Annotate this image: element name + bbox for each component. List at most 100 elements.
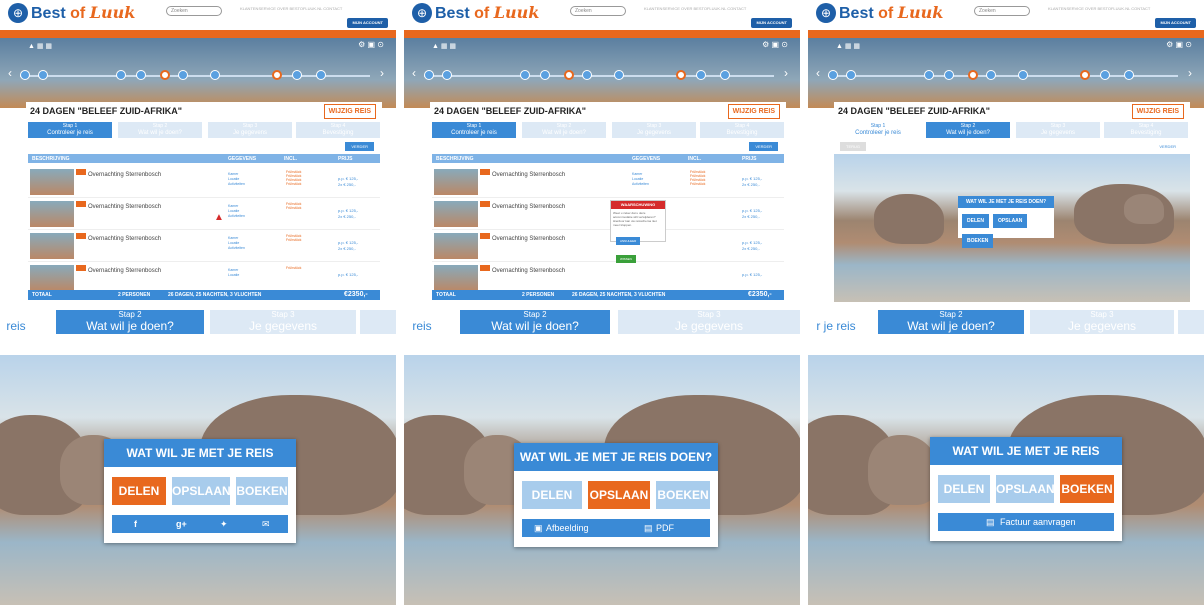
step-2-tab[interactable]: Stap 2 Wat wil je doen?	[460, 310, 610, 334]
step-1-tab[interactable]: Stap 1 Controleer je reis	[432, 122, 516, 138]
step-3-tab[interactable]: Stap 3 Je gegevens	[612, 122, 696, 138]
step-3-tab[interactable]: Stap 3 Je gegevens	[1016, 122, 1100, 138]
pdf-link[interactable]: PDF	[656, 519, 674, 537]
document-icon: ▤	[986, 517, 995, 527]
download-bar: ▣ Afbeelding ▤ PDF	[522, 519, 710, 537]
verder-button[interactable]: VERDER	[1153, 142, 1182, 151]
search-input[interactable]: Zoeken	[974, 6, 1030, 16]
chevron-left-icon[interactable]: ‹	[8, 66, 12, 80]
trip-panel: 24 DAGEN "BELEEF ZUID-AFRIKA" WIJZIG REI…	[430, 102, 786, 300]
search-input[interactable]: Zoeken	[570, 6, 626, 16]
delen-button[interactable]: DELEN	[962, 214, 989, 228]
delen-button[interactable]: DELEN	[938, 475, 990, 503]
step-4-tab[interactable]: Stap 4 Bevestiging	[296, 122, 380, 138]
step-3-tab[interactable]: Stap 3 Je gegevens	[1030, 310, 1174, 334]
opslaan-button[interactable]: OPSLAAN	[588, 481, 650, 509]
step-2-tab[interactable]: Stap 2 Wat wil je doen?	[56, 310, 204, 334]
step-3-tab[interactable]: Stap 3 Je gegevens	[210, 310, 356, 334]
logo[interactable]: Best of Luuk	[435, 3, 539, 23]
globe-icon: ⊕	[816, 3, 836, 23]
table-header: BESCHRIJVING GEGEVENS INCL. PRIJS	[28, 154, 380, 163]
opslaan-button[interactable]: OPSLAAN	[996, 475, 1055, 503]
main-nav: OVERZICHTRONDREIZENEXCURSIESACCOMMODATIE…	[808, 30, 1204, 44]
wijzig-reis-button[interactable]: WIJZIG REIS	[323, 104, 376, 119]
delen-button[interactable]: DELEN	[112, 477, 166, 505]
top-links[interactable]: KLANTENSERVICE OVER BESTOFLUUK.NL CONTAC…	[644, 6, 746, 11]
step-3-tab[interactable]: Stap 3 Je gegevens	[618, 310, 800, 334]
email-icon[interactable]: ✉	[262, 515, 270, 533]
settings-icon[interactable]: ⚙ ▣ ⊙	[358, 40, 384, 49]
twitter-icon[interactable]: ✦	[220, 515, 228, 533]
route-timeline[interactable]	[20, 68, 370, 82]
popup-boeken-state: WAT WIL JE MET JE REIS DOEN? DELEN OPSLA…	[808, 355, 1204, 605]
share-dialog-small: WAT WIL JE MET JE REIS DOEN? DELEN OPSLAA…	[958, 196, 1054, 248]
step-tabs: Stap 1 Controleer je reis Stap 2 Wat wil j…	[28, 122, 380, 138]
table-row[interactable]: Overnachting Sterrenbosch Kamer Locatie Act…	[28, 230, 380, 262]
chevron-right-icon[interactable]: ›	[784, 66, 788, 80]
account-button[interactable]: MIJN ACCOUNT	[347, 18, 388, 28]
step-2-tab[interactable]: Stap 2 Wat wil je doen?	[878, 310, 1024, 334]
chevron-right-icon[interactable]: ›	[1188, 66, 1192, 80]
google-plus-icon[interactable]: g+	[176, 515, 187, 533]
afbeelding-link[interactable]: Afbeelding	[546, 519, 589, 537]
account-button[interactable]: MIJN ACCOUNT	[751, 18, 792, 28]
share-dialog: WAT WIL JE MET JE REIS DOEN? DELEN OPSLA…	[514, 443, 718, 547]
pdf-icon[interactable]: ▤	[644, 519, 653, 537]
table-row[interactable]: Overnachting Sterrenbosch Kamer Locatie Act…	[432, 166, 784, 198]
step-2-tab[interactable]: Stap 2 Wat wil je doen?	[118, 122, 202, 138]
main-nav: OVERZICHTRONDREIZENEXCURSIESACCOMMODATIE…	[0, 30, 396, 44]
settings-icon[interactable]: ⚙ ▣ ⊙	[762, 40, 788, 49]
toolbar-icons[interactable]: ▲ ▦ ▦	[836, 42, 860, 50]
total-bar: TOTAAL 2 PERSONEN 26 DAGEN, 25 NACHTEN, 3 …	[28, 290, 380, 300]
share-dialog: WAT WIL JE MET JE REIS DOEN? DELEN OPSLA…	[104, 439, 296, 543]
table-row[interactable]: Overnachting Sterrenbosch p.p. € 125,- 2x …	[432, 230, 784, 262]
toolbar-icons[interactable]: ▲ ▦ ▦	[28, 42, 52, 50]
table-row[interactable]: Overnachting Sterrenbosch Kamer Locatie Act…	[28, 166, 380, 198]
facebook-icon[interactable]: f	[134, 515, 137, 533]
image-icon[interactable]: ▣	[534, 519, 543, 537]
warning-icon[interactable]: ▲	[214, 212, 224, 223]
toolbar-icons[interactable]: ▲ ▦ ▦	[432, 42, 456, 50]
route-timeline[interactable]	[828, 68, 1178, 82]
terug-button[interactable]: TERUG	[840, 142, 866, 151]
step-2-tab[interactable]: Stap 2 Wat wil je doen?	[522, 122, 606, 138]
logo[interactable]: Best of Luuk	[31, 3, 135, 23]
table-row[interactable]: Overnachting Sterrenbosch▲p.p. € 125,-2x…	[432, 198, 784, 230]
chevron-left-icon[interactable]: ‹	[412, 66, 416, 80]
top-links[interactable]: KLANTENSERVICE OVER BESTOFLUUK.NL CONTAC…	[240, 6, 342, 11]
top-links[interactable]: KLANTENSERVICE OVER BESTOFLUUK.NL CONTAC…	[1048, 6, 1150, 11]
step-1-tab[interactable]: Stap 1 Controleer je reis	[28, 122, 112, 138]
boeken-button[interactable]: BOEKEN	[1060, 475, 1114, 503]
boeken-button[interactable]: BOEKEN	[962, 234, 994, 248]
opslaan-button[interactable]: OPSLAAN	[172, 477, 231, 505]
boeken-button[interactable]: BOEKEN	[236, 477, 288, 505]
step-2-tab[interactable]: Stap 2 Wat wil je doen?	[926, 122, 1010, 138]
verder-button[interactable]: VERDER	[345, 142, 374, 151]
account-button[interactable]: MIJN ACCOUNT	[1155, 18, 1196, 28]
trip-title: 24 DAGEN "BELEEF ZUID-AFRIKA"	[434, 106, 587, 116]
step-3-tab[interactable]: Stap 3 Je gegevens	[208, 122, 292, 138]
factuur-link[interactable]: Factuur aanvragen	[1000, 513, 1076, 531]
boeken-button[interactable]: BOEKEN	[656, 481, 710, 509]
route-timeline[interactable]	[424, 68, 774, 82]
wijzig-reis-button[interactable]: WIJZIG REIS	[1131, 104, 1184, 119]
step-4-tab[interactable]: Stap 4 Bevestiging	[1104, 122, 1188, 138]
delete-button[interactable]: WISSEN	[616, 255, 636, 263]
verder-button[interactable]: VERDER	[749, 142, 778, 151]
chevron-right-icon[interactable]: ›	[380, 66, 384, 80]
step-strip: reis Stap 2 Wat wil je doen? Stap 3 Je geg…	[0, 308, 396, 334]
settings-icon[interactable]: ⚙ ▣ ⊙	[1166, 40, 1192, 49]
logo[interactable]: Best of Luuk	[839, 3, 943, 23]
factuur-bar[interactable]: ▤ Factuur aanvragen	[938, 513, 1114, 531]
chevron-left-icon[interactable]: ‹	[816, 66, 820, 80]
trip-title: 24 DAGEN "BELEEF ZUID-AFRIKA"	[30, 106, 183, 116]
step-1-tab[interactable]: Stap 1 Controleer je reis	[836, 122, 920, 138]
screenshot-step1: ⊕ Best of Luuk Zoeken KLANTENSERVICE OVE…	[0, 0, 396, 305]
step-4-tab[interactable]: Stap 4 Bevestiging	[700, 122, 784, 138]
delen-button[interactable]: DELEN	[522, 481, 582, 509]
cancel-button[interactable]: ANNULEER	[616, 237, 641, 245]
opslaan-button[interactable]: OPSLAAN	[992, 214, 1028, 228]
table-row[interactable]: Overnachting Sterrenbosch ▲ Kamer Locatie Ac…	[28, 198, 380, 230]
wijzig-reis-button[interactable]: WIJZIG REIS	[727, 104, 780, 119]
search-input[interactable]: Zoeken	[166, 6, 222, 16]
